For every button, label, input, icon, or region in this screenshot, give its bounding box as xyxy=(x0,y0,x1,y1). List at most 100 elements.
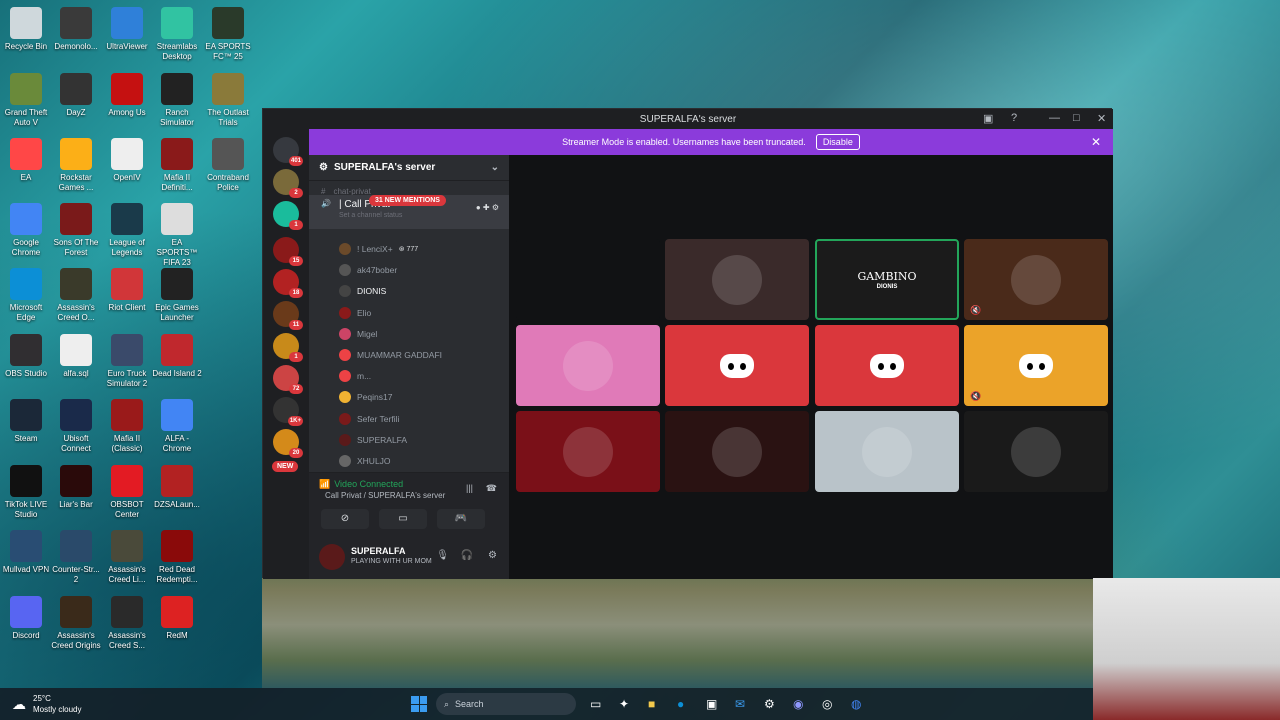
server-icon[interactable]: 11 xyxy=(273,301,303,330)
help-icon[interactable]: ? xyxy=(1011,112,1017,124)
desktop-icon[interactable]: League of Legends xyxy=(101,199,153,258)
minimize-button[interactable]: — xyxy=(1049,112,1060,124)
participant-tile[interactable]: GAMBINO DIONIS xyxy=(815,239,959,320)
server-icon[interactable]: 1 xyxy=(273,201,303,230)
voice-member[interactable]: m... xyxy=(339,368,371,384)
desktop-icon[interactable]: Ranch Simulator xyxy=(151,69,203,128)
server-header[interactable]: ⚙ SUPERALFA's server ⌄ xyxy=(309,155,509,181)
participant-tile[interactable] xyxy=(964,411,1108,492)
voice-channel-path[interactable]: Call Privat / SUPERALFA's server xyxy=(325,491,445,500)
voice-member[interactable]: SUPERALFA xyxy=(339,432,407,448)
desktop-icon[interactable]: Epic Games Launcher xyxy=(151,264,203,323)
disable-button[interactable]: Disable xyxy=(815,134,860,150)
voice-member[interactable]: DIONIS xyxy=(339,283,386,299)
desktop-icon[interactable]: EA xyxy=(0,134,52,183)
desktop-icon[interactable]: Assassin's Creed O... xyxy=(50,264,102,323)
desktop-icon[interactable]: TikTok LIVE Studio xyxy=(0,461,52,520)
close-icon[interactable]: ✕ xyxy=(1091,135,1101,149)
participant-tile[interactable] xyxy=(815,411,959,492)
store-icon[interactable]: ▣ xyxy=(706,697,717,711)
voice-member[interactable]: MUAMMAR GADDAFI xyxy=(339,347,442,363)
camera-off-button[interactable]: ⊘ xyxy=(321,509,369,529)
steam-taskbar-icon[interactable]: ◎ xyxy=(822,697,832,711)
voice-member[interactable]: Elio xyxy=(339,305,371,321)
desktop-icon[interactable]: Rockstar Games ... xyxy=(50,134,102,193)
search-input[interactable]: Search xyxy=(455,699,484,709)
maximize-button[interactable]: □ xyxy=(1073,112,1080,124)
server-icon[interactable]: 20 xyxy=(273,429,303,458)
screen-share-button[interactable]: ▭ xyxy=(379,509,427,529)
server-icon[interactable]: 2 xyxy=(273,169,303,198)
file-explorer-icon[interactable]: ■ xyxy=(648,697,655,711)
activity-button[interactable]: 🎮 xyxy=(437,509,485,529)
desktop-icon[interactable]: Assassin's Creed Li... xyxy=(101,526,153,585)
user-settings-icon[interactable]: ⚙ xyxy=(488,550,497,561)
desktop-icon[interactable]: Assassin's Creed Origins xyxy=(50,592,102,651)
desktop-icon[interactable]: Google Chrome xyxy=(0,199,52,258)
voice-member[interactable]: Migel xyxy=(339,326,377,342)
participant-tile[interactable] xyxy=(516,411,660,492)
desktop-icon[interactable]: Recycle Bin xyxy=(0,3,52,52)
server-icon[interactable]: 15 xyxy=(273,237,303,266)
desktop-icon[interactable]: Grand Theft Auto V xyxy=(0,69,52,128)
participant-tile[interactable] xyxy=(665,325,809,406)
voice-member[interactable]: Sefer Terfili xyxy=(339,411,399,427)
voice-connection[interactable]: 📶 Video Connected xyxy=(319,479,403,490)
new-mentions-pill[interactable]: 31 NEW MENTIONS xyxy=(369,195,446,206)
taskbar-search[interactable]: ⌕ Search xyxy=(436,693,576,715)
gear-icon[interactable]: ⚙ xyxy=(492,203,499,212)
task-view-icon[interactable]: ▭ xyxy=(590,697,601,711)
participant-tile[interactable] xyxy=(516,239,660,320)
noise-suppression-icon[interactable]: ||| xyxy=(466,483,473,493)
avatar[interactable] xyxy=(319,544,345,570)
participant-tile[interactable] xyxy=(665,411,809,492)
desktop-icon[interactable]: Steam xyxy=(0,395,52,444)
desktop-icon[interactable]: Assassin's Creed S... xyxy=(101,592,153,651)
voice-member[interactable]: XHULJO xyxy=(339,453,391,469)
chat-icon[interactable]: ● xyxy=(476,203,481,212)
server-icon[interactable]: 72 xyxy=(273,365,303,394)
desktop-icon[interactable]: DayZ xyxy=(50,69,102,118)
voice-member[interactable]: Peqins17 xyxy=(339,389,392,405)
participant-tile[interactable]: 🔇 xyxy=(964,239,1108,320)
desktop-icon[interactable]: DZSALaun... xyxy=(151,461,203,510)
desktop-icon[interactable]: Euro Truck Simulator 2 xyxy=(101,330,153,389)
desktop-icon[interactable]: UltraViewer xyxy=(101,3,153,52)
desktop-icon[interactable]: Counter-Str... 2 xyxy=(50,526,102,585)
start-button[interactable] xyxy=(411,696,427,712)
desktop-icon[interactable]: OpenIV xyxy=(101,134,153,183)
desktop-icon[interactable]: Streamlabs Desktop xyxy=(151,3,203,62)
desktop-icon[interactable]: ALFA - Chrome xyxy=(151,395,203,454)
desktop-icon[interactable]: Ubisoft Connect xyxy=(50,395,102,454)
desktop-icon[interactable]: OBS Studio xyxy=(0,330,52,379)
desktop-icon[interactable]: EA SPORTS FC™ 25 xyxy=(202,3,254,62)
microphone-icon[interactable]: 🎙 xyxy=(436,550,449,561)
new-servers-pill[interactable]: NEW xyxy=(272,461,299,472)
desktop-icon[interactable]: Demonolo... xyxy=(50,3,102,52)
desktop-icon[interactable]: Red Dead Redempti... xyxy=(151,526,203,585)
desktop-icon[interactable]: The Outlast Trials xyxy=(202,69,254,128)
desktop-icon[interactable]: Mafia II (Classic) xyxy=(101,395,153,454)
desktop-icon[interactable]: Discord xyxy=(0,592,52,641)
participant-tile[interactable] xyxy=(516,325,660,406)
outlook-icon[interactable]: ✉ xyxy=(735,697,745,711)
voice-member[interactable]: ak47bober xyxy=(339,262,397,278)
desktop-icon[interactable]: Mullvad VPN xyxy=(0,526,52,575)
voice-member[interactable]: ! LenciX+ ⊛ 777 xyxy=(339,241,418,257)
participant-tile[interactable] xyxy=(665,239,809,320)
edge-taskbar-icon[interactable]: ● xyxy=(677,697,684,711)
copilot-icon[interactable]: ✦ xyxy=(619,697,629,711)
desktop-icon[interactable]: Riot Client xyxy=(101,264,153,313)
desktop-icon[interactable]: Mafia II Definiti... xyxy=(151,134,203,193)
desktop-icon[interactable]: Among Us xyxy=(101,69,153,118)
participant-tile[interactable] xyxy=(815,325,959,406)
close-window-button[interactable]: ✕ xyxy=(1097,112,1106,125)
participant-tile[interactable]: 🔇 xyxy=(964,325,1108,406)
weather-icon[interactable]: ☁ xyxy=(12,696,26,713)
server-icon[interactable]: 1 xyxy=(273,333,303,362)
settings-icon[interactable]: ⚙ xyxy=(764,697,775,711)
server-icon[interactable]: 1K+ xyxy=(273,397,303,426)
inbox-icon[interactable]: ▣ xyxy=(983,112,993,125)
desktop-icon[interactable]: RedM xyxy=(151,592,203,641)
desktop-icon[interactable]: alfa.sql xyxy=(50,330,102,379)
